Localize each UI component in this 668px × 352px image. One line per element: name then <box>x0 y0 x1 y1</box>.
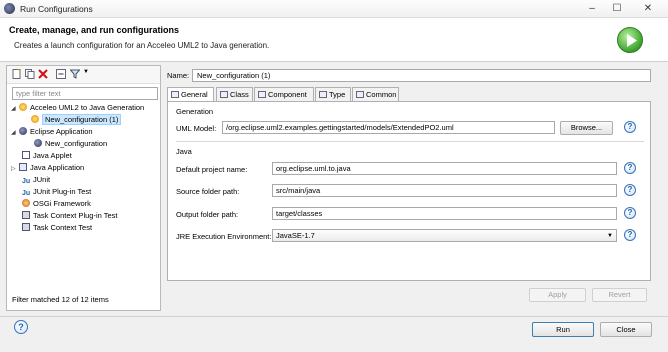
acceleo-icon <box>19 103 27 111</box>
tree-item-task-context-plugin-test[interactable]: Task Context Plug-in Test <box>22 210 118 221</box>
task-test-icon <box>22 223 30 231</box>
tree-item-new-configuration[interactable]: New_configuration <box>34 138 107 149</box>
window-title: Run Configurations <box>20 4 93 14</box>
general-tab-panel: Generation UML Model: /org.eclipse.uml2.… <box>167 101 651 281</box>
java-group-label: Java <box>176 147 192 156</box>
generation-group-label: Generation <box>176 107 214 116</box>
tree-item-java-applet[interactable]: Java Applet <box>22 150 72 161</box>
tree-item-label: Acceleo UML2 to Java Generation <box>30 103 145 112</box>
project-name-input[interactable]: org.eclipse.uml.to.java <box>272 162 617 175</box>
group-separator <box>176 141 644 142</box>
tab-common[interactable]: Common <box>352 87 399 102</box>
jre-select-value: JavaSE-1.7 <box>276 231 315 240</box>
tree-item-label: Eclipse Application <box>30 127 93 136</box>
chevron-down-icon: ▼ <box>607 233 613 239</box>
java-applet-icon <box>22 151 30 159</box>
filter-input[interactable]: type filter text <box>12 87 158 100</box>
run-icon <box>617 27 643 53</box>
duplicate-icon[interactable] <box>25 69 35 79</box>
component-tab-icon <box>258 91 266 98</box>
output-folder-label: Output folder path: <box>176 210 239 219</box>
new-config-icon[interactable] <box>12 69 22 79</box>
acceleo-config-icon <box>31 115 39 123</box>
tree-item-label: Task Context Test <box>33 223 93 232</box>
uml-model-label: UML Model: <box>176 124 217 133</box>
header-banner: Create, manage, and run configurations C… <box>0 18 668 62</box>
tab-class[interactable]: Class <box>216 87 253 102</box>
minimize-button[interactable]: – <box>580 1 604 16</box>
close-button[interactable]: Close <box>600 322 652 337</box>
java-app-icon <box>19 163 27 171</box>
filter-menu-chevron-icon[interactable]: ▼ <box>83 69 89 75</box>
source-folder-label: Source folder path: <box>176 187 240 196</box>
maximize-button[interactable]: ☐ <box>605 1 629 16</box>
tree-item-label: OSGi Framework <box>33 199 91 208</box>
tree-item-eclipse-application[interactable]: ◢ Eclipse Application <box>11 126 93 137</box>
help-icon[interactable]: ? <box>624 207 636 219</box>
task-plugin-icon <box>22 211 30 219</box>
jre-select[interactable]: JavaSE-1.7 ▼ <box>272 229 617 242</box>
source-folder-input[interactable]: src/main/java <box>272 184 617 197</box>
output-folder-input[interactable]: target/classes <box>272 207 617 220</box>
tree-item-acceleo[interactable]: ◢ Acceleo UML2 to Java Generation <box>11 102 144 113</box>
help-icon[interactable]: ? <box>624 229 636 241</box>
type-tab-icon <box>319 91 327 98</box>
eclipse-icon <box>4 3 15 14</box>
tree-toolbar: ▼ <box>7 66 160 84</box>
dialog-help-icon[interactable]: ? <box>14 320 28 334</box>
page-title: Create, manage, and run configurations <box>9 25 180 35</box>
tree-item-label: JUnit Plug-in Test <box>33 187 92 196</box>
jre-label: JRE Execution Environment: <box>176 232 272 241</box>
tree-expander-icon[interactable]: ▷ <box>11 164 19 175</box>
page-description: Creates a launch configuration for an Ac… <box>14 41 270 50</box>
eclipse-config-icon <box>34 139 42 147</box>
filter-status: Filter matched 12 of 12 items <box>12 295 109 304</box>
tree-item-new-configuration-1[interactable]: New_configuration (1) <box>31 114 122 125</box>
tree-item-java-application[interactable]: ▷ Java Application <box>11 162 84 173</box>
tree-item-junit-plugin-test[interactable]: Ju JUnit Plug-in Test <box>22 186 91 197</box>
class-tab-icon <box>220 91 228 98</box>
close-window-button[interactable]: ✕ <box>630 1 666 16</box>
name-label: Name: <box>167 71 190 80</box>
common-tab-icon <box>356 91 364 98</box>
junit-plugin-icon: Ju <box>22 190 31 197</box>
tree-item-label: Task Context Plug-in Test <box>33 211 118 220</box>
tree-item-label: New_configuration <box>45 139 108 148</box>
filter-icon[interactable] <box>70 69 80 79</box>
uml-model-input[interactable]: /org.eclipse.uml2.examples.gettingstarte… <box>222 121 555 134</box>
tree-expander-icon[interactable]: ◢ <box>11 128 19 139</box>
tree-item-label: Java Applet <box>33 151 72 160</box>
apply-button[interactable]: Apply <box>529 288 586 302</box>
revert-button[interactable]: Revert <box>592 288 647 302</box>
junit-icon: Ju <box>22 178 31 185</box>
tree-item-label: Java Application <box>30 163 85 172</box>
run-button[interactable]: Run <box>532 322 594 337</box>
window-titlebar: Run Configurations – ☐ ✕ <box>0 0 668 18</box>
general-tab-icon <box>171 91 179 98</box>
browse-button[interactable]: Browse... <box>560 121 613 135</box>
tree-item-junit[interactable]: Ju JUnit <box>22 174 50 185</box>
project-name-label: Default project name: <box>176 165 248 174</box>
eclipse-icon <box>19 127 27 135</box>
tree-item-osgi-framework[interactable]: OSGi Framework <box>22 198 91 209</box>
name-input[interactable]: New_configuration (1) <box>192 69 651 82</box>
tab-type[interactable]: Type <box>315 87 351 102</box>
tree-item-label: New_configuration (1) <box>42 114 122 125</box>
delete-icon[interactable] <box>38 69 48 79</box>
help-icon[interactable]: ? <box>624 184 636 196</box>
launch-config-tree-panel: ▼ type filter text ◢ Acceleo UML2 to Java… <box>6 65 161 311</box>
tree-item-task-context-test[interactable]: Task Context Test <box>22 222 92 233</box>
tab-component[interactable]: Component <box>254 87 314 102</box>
footer-separator <box>0 316 668 317</box>
help-icon[interactable]: ? <box>624 121 636 133</box>
tree-item-label: JUnit <box>33 175 51 184</box>
osgi-icon <box>22 199 30 207</box>
tree-expander-icon[interactable]: ◢ <box>11 104 19 115</box>
help-icon[interactable]: ? <box>624 162 636 174</box>
collapse-all-icon[interactable] <box>56 69 66 79</box>
